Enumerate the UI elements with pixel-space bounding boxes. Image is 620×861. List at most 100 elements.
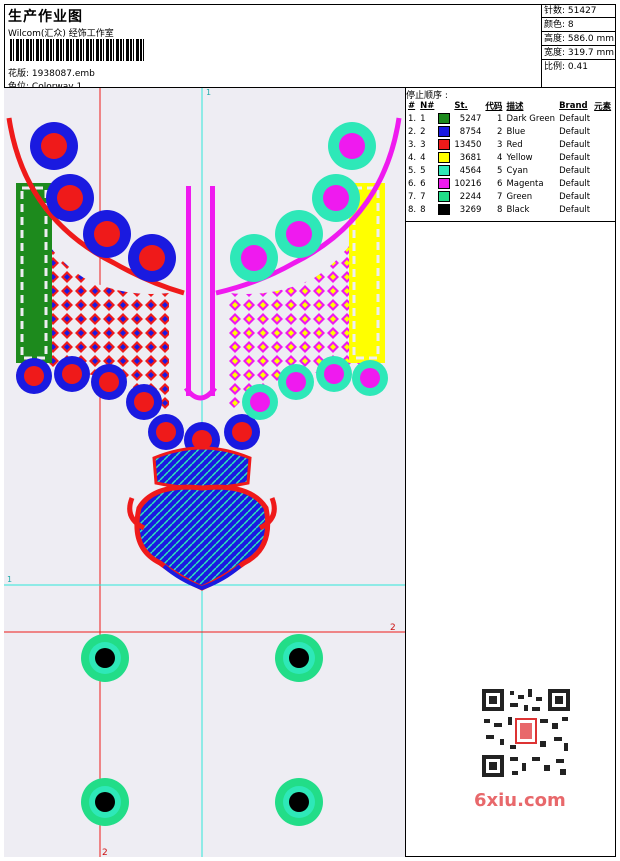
color-row: 7. 7 2244 7 Green Default	[406, 190, 613, 203]
color-row-stitches: 3681	[459, 152, 482, 163]
color-swatch-box	[438, 126, 451, 137]
color-row: 4. 4 3681 4 Yellow Default	[406, 151, 613, 164]
color-row: 6. 6 10216 6 Magenta Default	[406, 177, 613, 190]
center-pendant	[127, 446, 277, 591]
color-row-n: 7	[420, 191, 426, 202]
color-row-n: 6	[420, 178, 426, 189]
color-row-element	[592, 190, 613, 203]
color-row-brand: Default	[559, 165, 591, 176]
color-row-element	[592, 125, 613, 138]
color-row-n: 5	[420, 165, 426, 176]
color-table: # N# St. 代码 描述 Brand 元素 1. 1 5247 1 Dark Gre…	[406, 100, 613, 216]
color-row-index: 7.	[408, 191, 417, 202]
color-swatch	[436, 125, 452, 138]
color-row-desc: Magenta	[506, 178, 544, 189]
embroidery-design: 1 1 2 2	[4, 88, 405, 857]
color-swatch-box	[438, 139, 451, 150]
color-row: 2. 2 8754 2 Blue Default	[406, 125, 613, 138]
color-row-n: 4	[420, 152, 426, 163]
color-row-code: 3	[497, 139, 503, 150]
color-row-element	[592, 138, 613, 151]
color-row-code: 8	[497, 204, 503, 215]
color-row-code: 6	[497, 178, 503, 189]
color-row-desc: Blue	[506, 126, 526, 137]
color-swatch-box	[438, 113, 451, 124]
file-name: 1938087.emb	[31, 69, 95, 79]
color-row-stitches: 5247	[459, 113, 482, 124]
color-swatch	[436, 151, 452, 164]
color-row-stitches: 3269	[459, 204, 482, 215]
color-row-index: 4.	[408, 152, 417, 163]
color-swatch	[436, 164, 452, 177]
color-row-brand: Default	[559, 178, 591, 189]
color-table-header: # N# St. 代码 描述 Brand 元素	[406, 100, 613, 112]
col-header-element: 元素	[594, 102, 612, 112]
col-header-code: 代码	[485, 102, 503, 112]
color-row-index: 6.	[408, 178, 417, 189]
stat-colors: 颜色: 8	[542, 18, 616, 32]
color-swatch-box	[438, 165, 451, 176]
color-swatch-box	[438, 178, 451, 189]
color-row-index: 5.	[408, 165, 417, 176]
col-header-swatch	[436, 100, 452, 112]
color-row-stitches: 2244	[459, 191, 482, 202]
qr-code	[470, 683, 582, 783]
color-row-stitches: 10216	[454, 178, 482, 189]
color-row-stitches: 13450	[454, 139, 482, 150]
col-header-index: #	[408, 101, 416, 111]
design-canvas[interactable]: 1 1 2 2	[4, 88, 406, 857]
color-swatch	[436, 112, 452, 125]
color-row-code: 5	[497, 165, 503, 176]
guide-label-h1: 1	[7, 575, 12, 584]
color-row-desc: Dark Green	[506, 113, 556, 124]
company-name: Wilcom(汇众) 经饰工作室	[8, 29, 114, 39]
center-bar-right	[210, 186, 215, 396]
color-row-code: 7	[497, 191, 503, 202]
color-row-n: 2	[420, 126, 426, 137]
guide-label-v1: 1	[206, 88, 211, 97]
col-header-brand: Brand	[559, 101, 588, 111]
col-header-n: N#	[420, 101, 435, 111]
color-row-brand: Default	[559, 139, 591, 150]
color-swatch-box	[438, 152, 451, 163]
guide-label-v2: 2	[102, 848, 108, 857]
color-row-element	[592, 112, 613, 125]
color-swatch	[436, 190, 452, 203]
color-row-brand: Default	[559, 204, 591, 215]
stat-width: 宽度: 319.7 mm	[542, 48, 616, 60]
stat-scale: 比例: 0.41	[544, 62, 588, 72]
color-row: 5. 5 4564 5 Cyan Default	[406, 164, 613, 177]
stat-stitches: 针数: 51427	[542, 4, 616, 18]
color-row-brand: Default	[559, 113, 591, 124]
file-line: 花版: 1938087.emb	[8, 66, 95, 79]
color-row-index: 2.	[408, 126, 417, 137]
color-swatch	[436, 138, 452, 151]
color-row-n: 3	[420, 139, 426, 150]
stop-sequence-panel: 停止顺序 : # N# St. 代码 描述 Brand 元素 1. 1 5247 1 D…	[406, 88, 616, 222]
color-row-element	[592, 177, 613, 190]
color-row-stitches: 8754	[459, 126, 482, 137]
color-row-brand: Default	[559, 152, 591, 163]
color-row-desc: Green	[506, 191, 533, 202]
color-row: 3. 3 13450 3 Red Default	[406, 138, 613, 151]
color-swatch-box	[438, 204, 451, 215]
color-row-desc: Red	[506, 139, 523, 150]
color-swatch	[436, 203, 452, 216]
barcode	[10, 39, 145, 61]
color-row-element	[592, 151, 613, 164]
center-bar-left	[186, 186, 191, 396]
color-row-desc: Black	[506, 204, 530, 215]
col-header-desc: 描述	[506, 102, 524, 112]
color-swatch	[436, 177, 452, 190]
color-row-index: 8.	[408, 204, 417, 215]
color-row-n: 1	[420, 113, 426, 124]
color-row-stitches: 4564	[459, 165, 482, 176]
color-row-index: 1.	[408, 113, 417, 124]
page-title: 生产作业图	[8, 9, 83, 25]
color-row: 1. 1 5247 1 Dark Green Default	[406, 112, 613, 125]
color-row-desc: Yellow	[506, 152, 533, 163]
color-row-n: 8	[420, 204, 426, 215]
color-row-code: 1	[497, 113, 503, 124]
color-row-brand: Default	[559, 191, 591, 202]
color-row-element	[592, 164, 613, 177]
